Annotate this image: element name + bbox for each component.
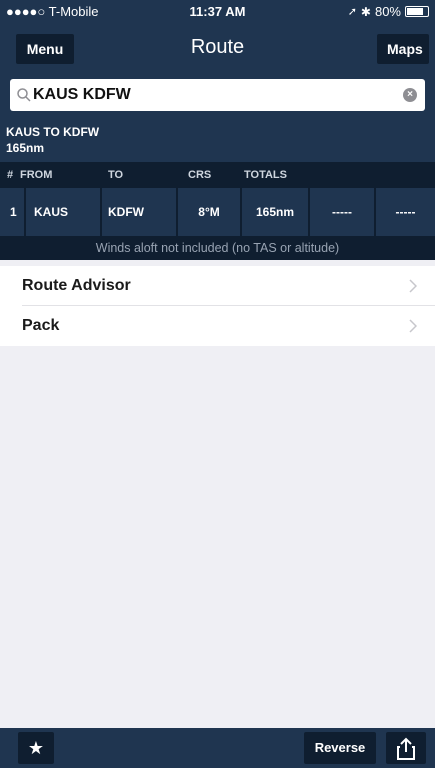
header-totals: TOTALS [244,169,287,181]
page-title: Route [190,36,245,58]
reverse-button[interactable]: Reverse [304,732,376,764]
options-list: Route Advisor Pack [0,266,435,346]
pack-label: Pack [22,317,60,334]
star-icon: ★ [27,738,45,758]
search-icon [17,88,31,102]
share-button[interactable] [386,732,426,764]
table-row[interactable]: 1 KAUS KDFW 8°M 165nm ----- ----- [0,188,435,236]
row-total: 165nm [242,188,310,236]
share-icon [397,737,415,760]
route-summary: KAUS TO KDFW 165nm [0,114,435,162]
route-advisor-item[interactable]: Route Advisor [0,266,435,306]
search-value: KAUS KDFW [33,86,131,103]
bluetooth-icon: ✱ [360,4,371,19]
status-bar: ●●●●○ T-Mobile 11:37 AM ➚ ✱ 80% [0,0,435,22]
route-advisor-label: Route Advisor [22,277,131,294]
route-summary-title: KAUS TO KDFW [6,125,100,139]
chevron-right-icon [409,279,417,293]
battery-percent: 80% [374,4,401,19]
nav-bar: Menu Route Maps [0,22,435,76]
winds-note: Winds aloft not included (no TAS or alti… [0,236,435,260]
header-crs: CRS [188,169,212,181]
row-col5: ----- [310,188,376,236]
row-from: KAUS [26,188,102,236]
clear-icon[interactable]: × [403,88,417,102]
location-icon: ➚ [347,6,357,18]
header-from: FROM [20,169,53,181]
row-to: KDFW [102,188,178,236]
chevron-right-icon [409,319,417,333]
pack-item[interactable]: Pack [0,306,435,346]
battery-icon [405,6,429,17]
maps-button[interactable]: Maps [377,34,429,64]
search-input[interactable]: KAUS KDFW × [10,79,425,111]
star-button[interactable]: ★ [18,732,54,764]
header-to: TO [108,169,124,181]
bottom-toolbar: ★ Reverse [0,728,435,768]
search-bar: KAUS KDFW × [0,76,435,114]
status-right: ➚ ✱ 80% [348,4,429,19]
header-num: # [7,169,14,181]
route-summary-distance: 165nm [6,141,45,155]
row-crs: 8°M [178,188,242,236]
row-col6: ----- [395,205,416,219]
route-table-header: # FROM TO CRS TOTALS [0,162,435,188]
row-num: 1 [0,188,26,236]
